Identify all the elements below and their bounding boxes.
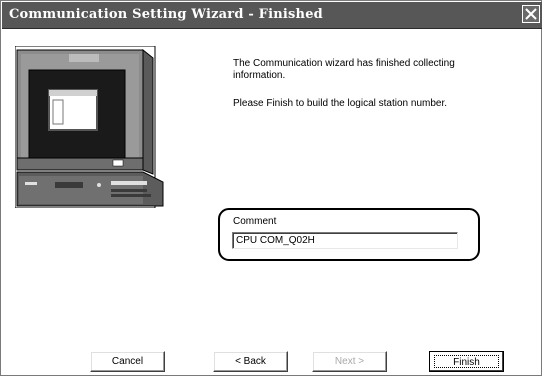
finish-message-line1: The Communication wizard has finished co…: [233, 58, 455, 69]
finish-button[interactable]: Finish: [429, 351, 504, 372]
wizard-illustration: [14, 45, 167, 213]
close-icon: [525, 8, 537, 20]
cancel-button[interactable]: Cancel: [90, 351, 165, 372]
back-button[interactable]: < Back: [213, 351, 288, 372]
next-button: Next >: [312, 351, 387, 372]
close-button[interactable]: [522, 5, 540, 23]
finish-message-line2: information.: [233, 70, 286, 81]
finish-button-label: Finish: [434, 355, 499, 368]
window-title: Communication Setting Wizard - Finished: [9, 7, 323, 22]
finish-instruction: Please Finish to build the logical stati…: [233, 98, 448, 109]
computer-monitor-icon: [14, 45, 164, 209]
comment-input[interactable]: [232, 232, 458, 249]
comment-label: Comment: [233, 216, 277, 227]
wizard-window: Communication Setting Wizard - Finished: [0, 0, 542, 376]
title-bar[interactable]: Communication Setting Wizard - Finished: [2, 2, 542, 29]
